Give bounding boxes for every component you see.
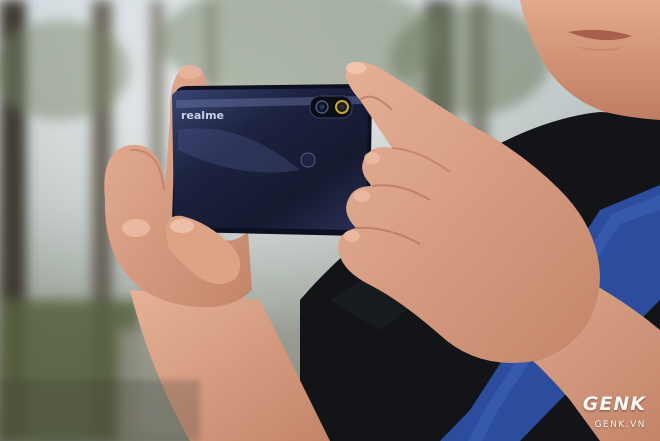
photo-illustration: realme (0, 0, 660, 441)
photo-scene: realme GENK GENK.VN (0, 0, 660, 441)
genk-watermark-url: GENK.VN (594, 420, 646, 430)
genk-watermark-logo: GENK (582, 393, 646, 415)
smartphone (172, 84, 372, 236)
phone-brand-label: realme (181, 109, 224, 122)
